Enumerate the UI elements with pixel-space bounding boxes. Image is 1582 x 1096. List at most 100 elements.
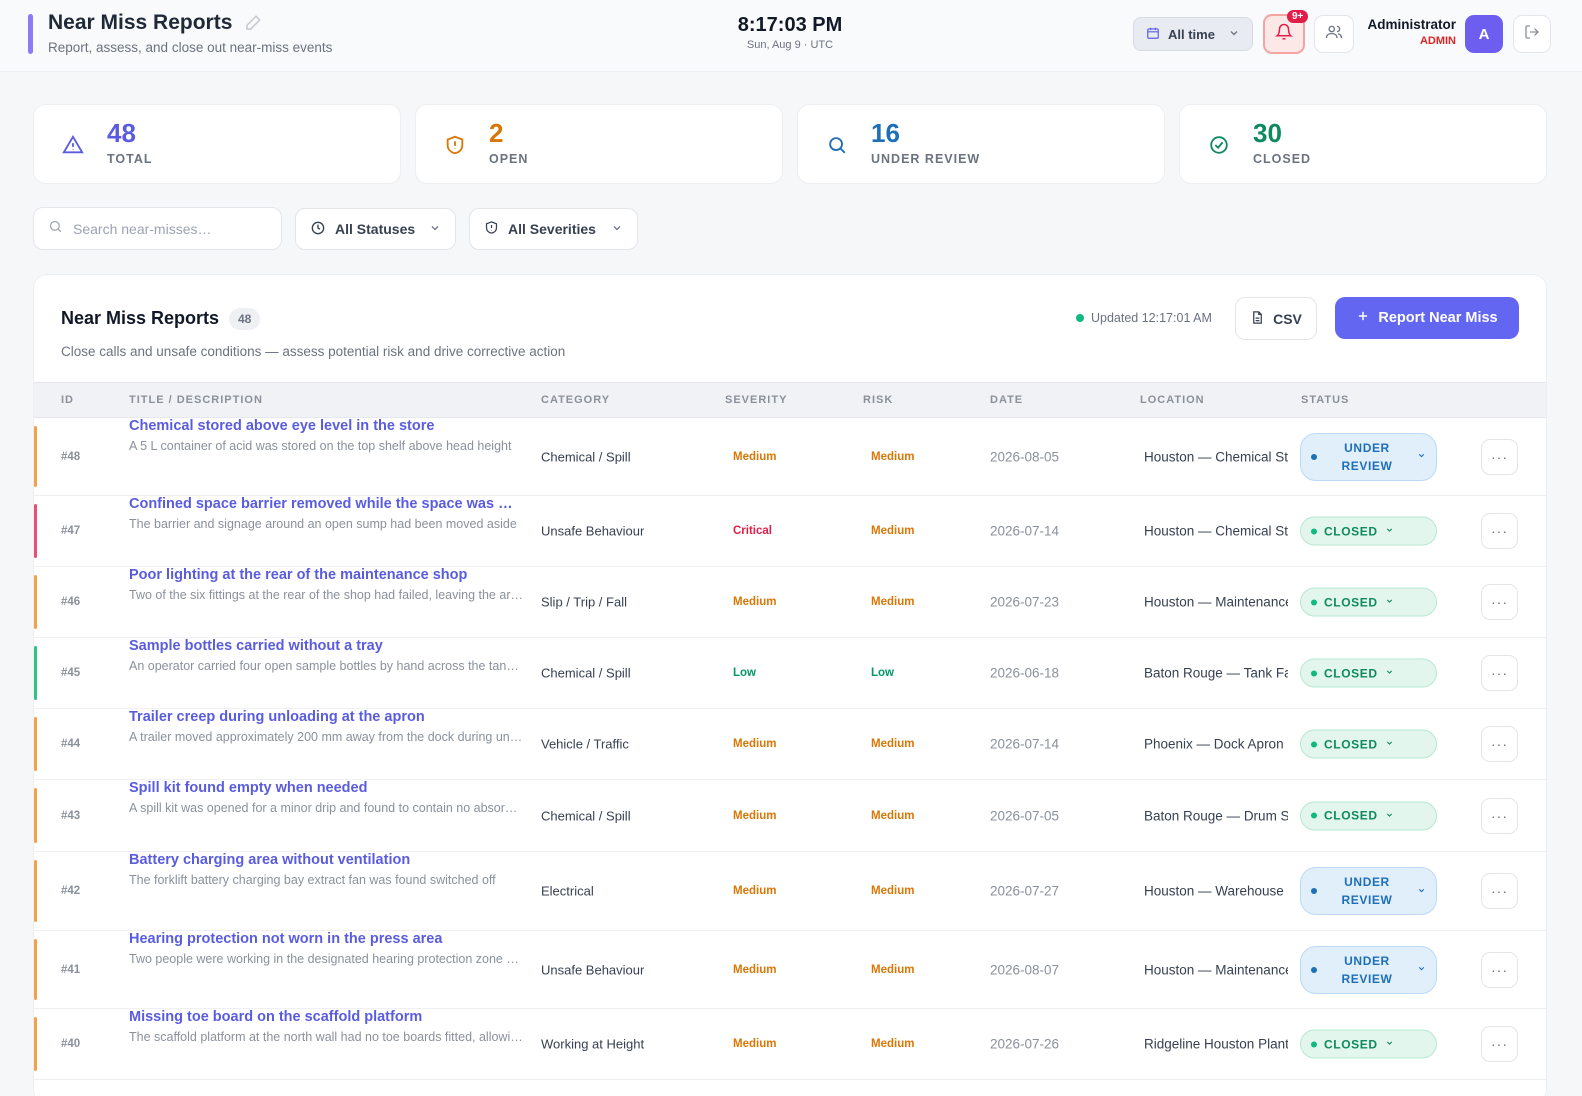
pencil-icon[interactable] [244, 14, 262, 32]
shield-icon [484, 220, 499, 238]
severity-stripe [34, 646, 37, 700]
reports-panel: Near Miss Reports 48 Close calls and uns… [33, 274, 1547, 1096]
table-row[interactable]: #46 Poor lighting at the rear of the main… [34, 567, 1546, 638]
notifications-button[interactable]: 9+ [1263, 10, 1309, 54]
search-icon [826, 134, 848, 156]
row-description: The barrier and signage around an open s… [129, 517, 517, 531]
table-row[interactable]: #47 Confined space barrier removed while … [34, 496, 1546, 567]
status-dropdown[interactable]: CLOSED [1300, 587, 1437, 617]
table-header: ID TITLE / DESCRIPTION CATEGORY SEVERITY… [34, 382, 1546, 418]
table-row[interactable]: #44 Trailer creep during unloading at the… [34, 709, 1546, 780]
row-title-block[interactable]: Trailer creep during unloading at the ap… [129, 709, 529, 744]
row-description: Two people were working in the designate… [129, 952, 523, 966]
csv-label: CSV [1273, 310, 1302, 327]
logout-button[interactable] [1513, 15, 1551, 53]
row-title-link[interactable]: Sample bottles carried without a tray [129, 638, 521, 654]
user-role: ADMIN [1419, 35, 1456, 47]
row-actions-button[interactable]: ··· [1481, 951, 1518, 988]
status-dropdown[interactable]: UNDER REVIEW [1300, 432, 1437, 481]
chevron-down-icon [1385, 810, 1394, 821]
row-severity: Medium [733, 738, 777, 750]
table-row[interactable]: #48 Chemical stored above eye level in th… [34, 418, 1546, 496]
status-dropdown[interactable]: CLOSED [1300, 801, 1437, 830]
users-icon [1325, 23, 1343, 46]
row-actions-button[interactable]: ··· [1481, 513, 1518, 549]
row-title-link[interactable]: Battery charging area without ventilatio… [129, 852, 521, 868]
stat-closed-value: 30 [1253, 118, 1282, 148]
status-dropdown[interactable]: UNDER REVIEW [1300, 867, 1437, 915]
severity-filter-dropdown[interactable]: All Severities [469, 208, 638, 250]
row-title-block[interactable]: Sample bottles carried without a tray An … [129, 638, 529, 673]
search-box[interactable] [33, 207, 282, 250]
row-actions-button[interactable]: ··· [1481, 584, 1518, 620]
stat-card-under-review[interactable]: 16 UNDER REVIEW [797, 104, 1165, 184]
stat-card-total[interactable]: 48 TOTAL [33, 104, 401, 184]
status-dropdown[interactable]: UNDER REVIEW [1300, 945, 1437, 994]
stat-card-closed[interactable]: 30 CLOSED [1179, 104, 1547, 184]
row-title-link[interactable]: Missing toe board on the scaffold platfo… [129, 1009, 521, 1025]
col-date[interactable]: DATE [990, 394, 1023, 406]
top-header: Near Miss Reports Report, assess, and cl… [0, 0, 1582, 72]
row-title-link[interactable]: Confined space barrier removed while the… [129, 496, 521, 512]
updated-text: Updated 12:17:01 AM [1091, 311, 1212, 325]
stat-open-value: 2 [489, 118, 504, 148]
table-row[interactable]: #41 Hearing protection not worn in the pr… [34, 931, 1546, 1009]
col-status[interactable]: STATUS [1301, 394, 1349, 406]
col-risk[interactable]: RISK [863, 394, 893, 406]
table-row[interactable]: #43 Spill kit found empty when needed A sp… [34, 780, 1546, 852]
status-dropdown[interactable]: CLOSED [1300, 658, 1437, 688]
row-actions-button[interactable]: ··· [1481, 726, 1518, 762]
col-category[interactable]: CATEGORY [541, 394, 610, 406]
col-id[interactable]: ID [61, 394, 74, 406]
row-risk: Medium [871, 738, 915, 750]
row-id: #42 [61, 885, 81, 897]
row-actions-button[interactable]: ··· [1481, 655, 1518, 691]
status-label: UNDER REVIEW [1341, 440, 1393, 473]
row-severity: Medium [733, 596, 777, 608]
row-title-block[interactable]: Chemical stored above eye level in the s… [129, 418, 529, 453]
row-title-block[interactable]: Hearing protection not worn in the press… [129, 931, 529, 966]
row-actions-button[interactable]: ··· [1481, 1026, 1518, 1062]
row-title-link[interactable]: Hearing protection not worn in the press… [129, 931, 521, 947]
row-actions-button[interactable]: ··· [1481, 797, 1518, 834]
status-label: CLOSED [1324, 666, 1378, 680]
table-row[interactable]: #45 Sample bottles carried without a tray… [34, 638, 1546, 709]
row-risk: Low [871, 667, 894, 679]
row-description: The forklift battery charging bay extrac… [129, 873, 496, 887]
table-row[interactable]: #42 Battery charging area without ventila… [34, 852, 1546, 931]
csv-export-button[interactable]: CSV [1235, 297, 1317, 340]
time-range-dropdown[interactable]: All time [1133, 17, 1253, 51]
status-dot-icon [1311, 528, 1317, 534]
row-title-block[interactable]: Confined space barrier removed while the… [129, 496, 529, 531]
row-title-link[interactable]: Poor lighting at the rear of the mainten… [129, 567, 521, 583]
row-title-block[interactable]: Spill kit found empty when needed A spill… [129, 780, 529, 815]
row-description: The scaffold platform at the north wall … [129, 1030, 523, 1044]
col-title[interactable]: TITLE / DESCRIPTION [129, 394, 263, 406]
row-id: #45 [61, 667, 81, 679]
status-filter-dropdown[interactable]: All Statuses [295, 208, 456, 250]
status-dropdown[interactable]: CLOSED [1300, 729, 1437, 759]
row-title-block[interactable]: Missing toe board on the scaffold platfo… [129, 1009, 529, 1044]
stat-card-open[interactable]: 2 OPEN [415, 104, 783, 184]
row-title-link[interactable]: Trailer creep during unloading at the ap… [129, 709, 521, 725]
row-title-block[interactable]: Poor lighting at the rear of the mainten… [129, 567, 529, 602]
row-location: Ridgeline Houston Plant [1144, 1036, 1288, 1052]
col-severity[interactable]: SEVERITY [725, 394, 787, 406]
row-actions-button[interactable]: ··· [1481, 438, 1518, 475]
status-filter-label: All Statuses [335, 221, 416, 237]
search-input[interactable] [73, 220, 253, 237]
row-date: 2026-07-27 [990, 883, 1060, 899]
report-near-miss-button[interactable]: Report Near Miss [1335, 297, 1519, 339]
row-title-link[interactable]: Spill kit found empty when needed [129, 780, 521, 796]
row-title-link[interactable]: Chemical stored above eye level in the s… [129, 418, 521, 434]
table-row[interactable]: #40 Missing toe board on the scaffold pla… [34, 1009, 1546, 1080]
status-dropdown[interactable]: CLOSED [1300, 516, 1437, 546]
status-dropdown[interactable]: CLOSED [1300, 1029, 1437, 1059]
col-location[interactable]: LOCATION [1140, 394, 1205, 406]
row-actions-button[interactable]: ··· [1481, 873, 1518, 909]
row-title-block[interactable]: Battery charging area without ventilatio… [129, 852, 529, 887]
users-button[interactable] [1314, 15, 1354, 53]
bell-icon [1274, 23, 1294, 46]
row-id: #48 [61, 450, 81, 463]
avatar[interactable]: A [1465, 15, 1503, 53]
